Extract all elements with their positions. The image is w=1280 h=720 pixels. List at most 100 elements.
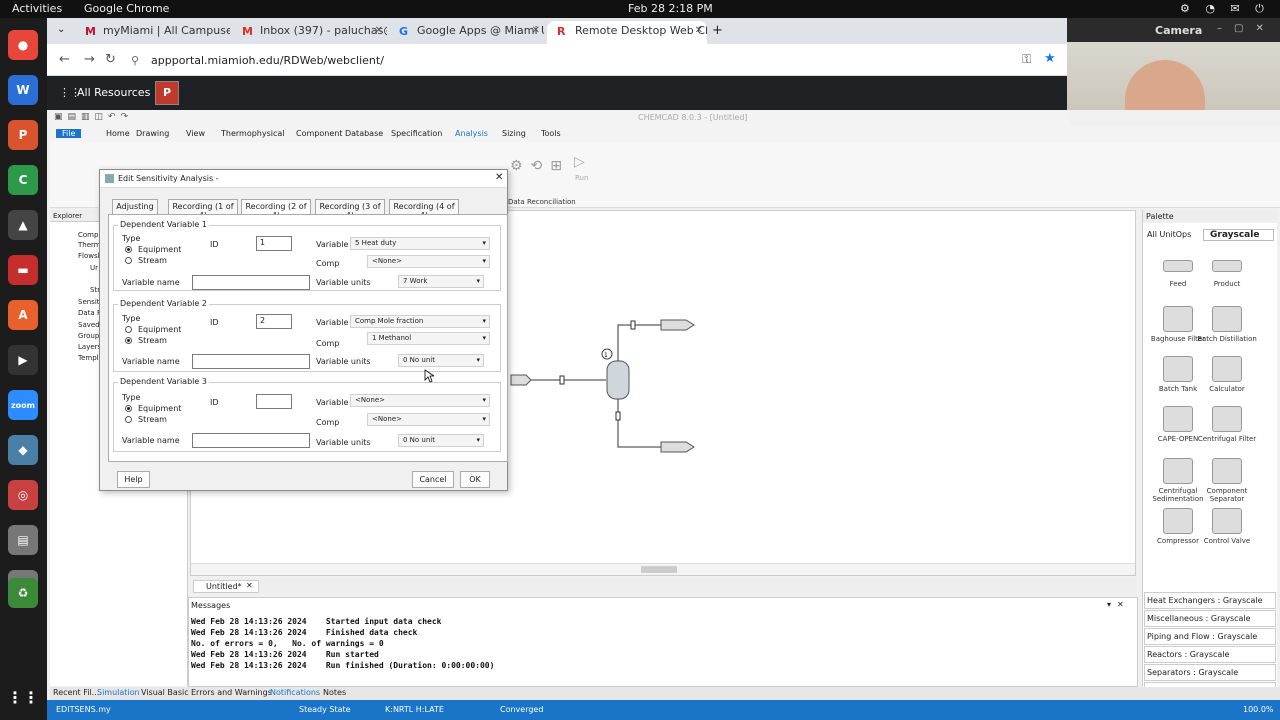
close-icon[interactable]: ✕ (375, 25, 383, 36)
explorer-item[interactable]: Ur (90, 264, 98, 272)
quick-access-icons[interactable]: ▣▤▥◫↶↷ (54, 112, 133, 122)
palette-item-product[interactable]: Product (1197, 260, 1257, 288)
close-icon[interactable]: ✕ (532, 25, 540, 36)
app-icon-2[interactable]: ◆ (8, 435, 38, 465)
tab-specification[interactable]: Specification (391, 129, 442, 138)
terminal-icon[interactable]: ▶ (8, 345, 38, 375)
impress-icon[interactable]: P (8, 120, 38, 150)
close-icon[interactable]: ✕ (695, 25, 703, 36)
close-icon[interactable]: ✕ (495, 172, 503, 183)
tab-notifications[interactable]: Notifications (270, 688, 320, 697)
equipment-radio[interactable] (125, 326, 132, 333)
explorer-item[interactable]: Comp (78, 231, 98, 239)
tab-component-database[interactable]: Component Database (296, 129, 383, 138)
palette-item-batch-distillation[interactable]: Batch Distillation (1197, 306, 1257, 343)
tab-visual-basic[interactable]: Visual Basic (141, 688, 189, 697)
tab-google-apps[interactable]: G Google Apps @ Miami U ✕ (389, 21, 544, 44)
explorer-item[interactable]: Templ (78, 354, 99, 362)
palette-category[interactable]: Piping and Flow : Grayscale (1144, 628, 1276, 645)
variable-dropdown[interactable]: <None> ▾ (350, 394, 490, 407)
variable-units-dropdown[interactable]: 0 No unit ▾ (398, 354, 484, 367)
matlab-icon[interactable]: ▲ (8, 210, 38, 240)
panel-controls-icon[interactable]: ▾✕ (1107, 600, 1130, 609)
url-field[interactable]: appportal.miamioh.edu/RDWeb/webclient/ (151, 54, 384, 67)
system-tray-icons[interactable]: ⚙ ◔ ✉ ⏻ (1180, 2, 1270, 16)
tab-thermophysical[interactable]: Thermophysical (221, 129, 285, 138)
palette-tab-all-unitops[interactable]: All UnitOps (1147, 230, 1191, 239)
id-input[interactable]: 2 (256, 314, 292, 329)
variable-dropdown[interactable]: Comp Mole fraction ▾ (350, 315, 490, 328)
software-center-icon[interactable]: A (8, 300, 38, 330)
tab-sizing[interactable]: Sizing (502, 129, 526, 138)
tab-errors-warnings[interactable]: Errors and Warnings (191, 688, 272, 697)
viewer-icon[interactable]: ◎ (8, 480, 38, 510)
chemcad-session-icon[interactable]: P (155, 81, 179, 105)
tab-mymiami[interactable]: MmyMiami | All Campuses (75, 21, 230, 44)
variable-name-input[interactable] (192, 354, 310, 369)
palette-category[interactable]: Reactors : Grayscale (1144, 646, 1276, 663)
top-product-arrow[interactable] (660, 319, 695, 331)
all-resources-link[interactable]: All Resources (77, 86, 150, 99)
explorer-item[interactable]: Layers (78, 343, 101, 351)
tab-adjusting[interactable]: Adjusting (112, 199, 158, 214)
help-button[interactable]: Help (117, 471, 150, 488)
tab-notes[interactable]: Notes (323, 688, 346, 697)
zoom-icon[interactable]: zoom (8, 390, 38, 420)
explorer-item[interactable]: Therm (78, 241, 101, 249)
palette-item-centrifugal-filter[interactable]: Centrifugal Filter (1197, 406, 1257, 443)
stream-radio[interactable] (125, 257, 132, 264)
palette-item-component-separator[interactable]: Component Separator (1197, 458, 1257, 503)
variable-dropdown[interactable]: 5 Heat duty ▾ (350, 237, 490, 250)
comp-dropdown[interactable]: <None> ▾ (367, 413, 490, 426)
run-label[interactable]: Run (575, 174, 588, 182)
back-icon[interactable]: ← (59, 52, 70, 67)
id-input[interactable] (256, 394, 292, 409)
tab-tools[interactable]: Tools (541, 129, 561, 138)
id-input[interactable]: 1 (256, 236, 292, 251)
app-icon[interactable]: ▬ (8, 255, 38, 285)
palette-category[interactable]: Miscellaneous : Grayscale (1144, 610, 1276, 627)
variable-name-input[interactable] (192, 275, 310, 290)
stream-radio[interactable] (125, 416, 132, 423)
explorer-item[interactable]: Saved (78, 321, 100, 329)
bookmark-star-icon[interactable]: ★ (1044, 51, 1056, 66)
trash-icon[interactable]: ♻ (8, 578, 38, 608)
writer-icon[interactable]: W (8, 75, 38, 105)
palette-category[interactable]: Heat Exchangers : Grayscale (1144, 592, 1276, 609)
scroll-thumb[interactable] (641, 566, 677, 573)
files-icon[interactable]: ▤ (8, 525, 38, 555)
comp-dropdown[interactable]: <None> ▾ (367, 255, 490, 268)
palette-mode-dropdown[interactable]: Grayscale (1203, 229, 1275, 241)
top-stream-line[interactable] (617, 324, 661, 361)
stream-radio[interactable] (125, 337, 132, 344)
close-icon[interactable]: ✕ (246, 581, 253, 590)
key-icon[interactable]: ⚿ (1022, 52, 1031, 67)
show-apps-icon[interactable]: ⋮⋮ (7, 682, 39, 712)
cancel-button[interactable]: Cancel (412, 471, 454, 488)
chrome-icon[interactable]: ● (8, 30, 38, 60)
bottom-stream-line[interactable] (617, 399, 661, 448)
site-info-icon[interactable]: ⚲ (131, 54, 139, 67)
feed-stream-arrow[interactable] (510, 374, 532, 386)
tab-recording-3[interactable]: Recording (3 of 4) (315, 199, 385, 220)
ok-button[interactable]: OK (460, 471, 490, 488)
palette-item-calculator[interactable]: Calculator (1197, 356, 1257, 393)
variable-units-dropdown[interactable]: 7 Work ▾ (398, 275, 484, 288)
variable-name-input[interactable] (192, 433, 310, 448)
tab-simulation[interactable]: Simulation (97, 688, 140, 697)
app-name[interactable]: Google Chrome (84, 2, 169, 15)
tab-recording-1[interactable]: Recording (1 of 4) (168, 199, 238, 220)
tab-analysis[interactable]: Analysis (455, 129, 488, 138)
horizontal-scrollbar[interactable] (191, 563, 1135, 575)
tab-recent-files[interactable]: Recent Fil... (53, 688, 99, 697)
tab-remote-desktop[interactable]: R Remote Desktop Web Cl ✕ (547, 21, 707, 44)
calc-icon[interactable]: C (8, 165, 38, 195)
tab-recording-2[interactable]: Recording (2 of 4) (241, 199, 311, 220)
forward-icon[interactable]: → (84, 52, 95, 67)
comp-dropdown[interactable]: 1 Methanol ▾ (367, 332, 490, 345)
palette-item-control-valve[interactable]: Control Valve (1197, 508, 1257, 545)
run-icon[interactable]: ▷ (574, 154, 585, 170)
tab-view[interactable]: View (186, 129, 205, 138)
tab-inbox[interactable]: M Inbox (397) - paluchas@ ✕ (232, 21, 387, 44)
new-tab-button[interactable]: + (712, 23, 723, 38)
